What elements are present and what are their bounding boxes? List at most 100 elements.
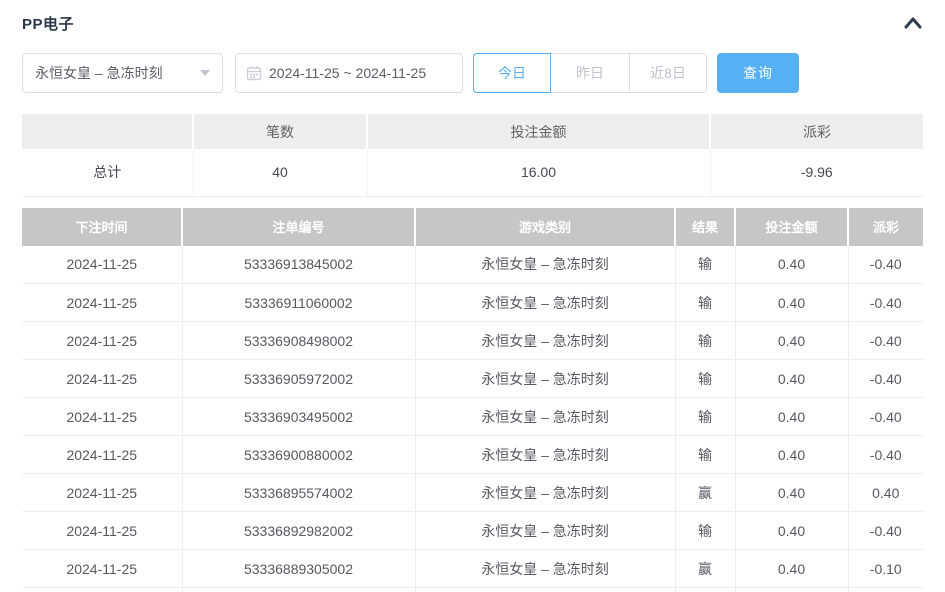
order-no-cell: 53336889305002 <box>182 549 416 588</box>
table-row: 2024-11-25 53336892982002 永恒女皇 – 急冻时刻 输 … <box>22 511 923 550</box>
filter-bar: 永恒女皇 – 急冻时刻 2024-11-25 ~ 2024-11-25 今日 昨… <box>22 53 923 93</box>
summary-total-row: 总计 40 16.00 -9.96 <box>22 149 923 197</box>
bet-amount-cell <box>735 587 849 592</box>
detail-header-bet-amount: 投注金额 <box>735 207 849 246</box>
calendar-icon <box>246 66 262 81</box>
game-type-cell <box>415 587 676 592</box>
panel-header: PP电子 <box>22 10 923 36</box>
detail-header-result: 结果 <box>675 207 736 246</box>
bet-amount-cell: 0.40 <box>735 511 849 550</box>
game-type-cell: 永恒女皇 – 急冻时刻 <box>415 549 676 588</box>
table-row: 2024-11-25 53336900880002 永恒女皇 – 急冻时刻 输 … <box>22 435 923 474</box>
game-select[interactable]: 永恒女皇 – 急冻时刻 <box>22 53 223 93</box>
search-button[interactable]: 查询 <box>717 53 799 93</box>
bet-amount-cell: 0.40 <box>735 321 849 360</box>
game-type-cell: 永恒女皇 – 急冻时刻 <box>415 321 676 360</box>
detail-header-bet-time: 下注时间 <box>22 207 183 246</box>
bet-date-cell: 2024-11-25 <box>22 397 183 436</box>
bet-amount-cell: 0.40 <box>735 549 849 588</box>
table-row: 2024-11-25 53336889305002 永恒女皇 – 急冻时刻 赢 … <box>22 549 923 588</box>
bet-amount-cell: 0.40 <box>735 435 849 474</box>
detail-header-row: 下注时间 注单编号 游戏类别 结果 投注金额 派彩 <box>22 207 923 246</box>
table-row <box>22 587 923 592</box>
table-row: 2024-11-25 53336908498002 永恒女皇 – 急冻时刻 输 … <box>22 321 923 360</box>
order-no-cell: 53336911060002 <box>182 283 416 322</box>
summary-table: 笔数 投注金额 派彩 总计 40 16.00 -9.96 <box>22 114 923 197</box>
game-type-cell: 永恒女皇 – 急冻时刻 <box>415 511 676 550</box>
payout-cell: -0.40 <box>848 283 923 322</box>
bet-date-cell: 2024-11-25 <box>22 549 183 588</box>
result-cell: 输 <box>675 359 736 398</box>
last-8-days-button[interactable]: 近8日 <box>629 53 707 93</box>
payout-cell: -0.40 <box>848 397 923 436</box>
bet-amount-cell: 0.40 <box>735 359 849 398</box>
summary-header-payout: 派彩 <box>710 114 923 149</box>
result-cell: 输 <box>675 435 736 474</box>
payout-cell: -0.40 <box>848 245 923 284</box>
game-select-value: 永恒女皇 – 急冻时刻 <box>35 65 163 81</box>
result-cell: 输 <box>675 283 736 322</box>
order-no-cell: 53336908498002 <box>182 321 416 360</box>
bet-date-cell: 2024-11-25 <box>22 435 183 474</box>
table-row: 2024-11-25 53336903495002 永恒女皇 – 急冻时刻 输 … <box>22 397 923 436</box>
quick-range-group: 今日 昨日 近8日 <box>473 53 707 93</box>
table-row: 2024-11-25 53336895574002 永恒女皇 – 急冻时刻 赢 … <box>22 473 923 512</box>
payout-cell: -0.40 <box>848 321 923 360</box>
order-no-cell <box>182 587 416 592</box>
bet-amount-cell: 0.40 <box>735 283 849 322</box>
summary-total-bet-amount: 16.00 <box>367 149 711 197</box>
game-type-cell: 永恒女皇 – 急冻时刻 <box>415 283 676 322</box>
summary-total-label: 总计 <box>22 149 194 197</box>
game-type-cell: 永恒女皇 – 急冻时刻 <box>415 359 676 398</box>
order-no-cell: 53336900880002 <box>182 435 416 474</box>
today-button[interactable]: 今日 <box>473 53 551 93</box>
date-range-value: 2024-11-25 ~ 2024-11-25 <box>269 65 427 81</box>
game-type-cell: 永恒女皇 – 急冻时刻 <box>415 245 676 284</box>
result-cell: 输 <box>675 321 736 360</box>
bet-date-cell: 2024-11-25 <box>22 283 183 322</box>
bet-amount-cell: 0.40 <box>735 473 849 512</box>
order-no-cell: 53336892982002 <box>182 511 416 550</box>
summary-header-bet-amount: 投注金额 <box>367 114 711 149</box>
bet-amount-cell: 0.40 <box>735 397 849 436</box>
order-no-cell: 53336913845002 <box>182 245 416 284</box>
collapse-chevron-up-icon[interactable] <box>903 16 923 30</box>
table-row: 2024-11-25 53336913845002 永恒女皇 – 急冻时刻 输 … <box>22 245 923 284</box>
summary-total-payout: -9.96 <box>710 149 923 197</box>
payout-cell: 0.40 <box>848 473 923 512</box>
yesterday-button[interactable]: 昨日 <box>550 53 630 93</box>
detail-table: 下注时间 注单编号 游戏类别 结果 投注金额 派彩 2024-11-25 533… <box>22 207 923 592</box>
bet-date-cell: 2024-11-25 <box>22 359 183 398</box>
detail-header-game-type: 游戏类别 <box>415 207 676 246</box>
summary-header-count: 笔数 <box>193 114 368 149</box>
bet-date-cell: 2024-11-25 <box>22 511 183 550</box>
bet-records-panel: PP电子 永恒女皇 – 急冻时刻 2024-11-25 ~ 2024-11-25… <box>0 0 945 592</box>
chevron-down-icon <box>200 70 210 76</box>
summary-header-row: 笔数 投注金额 派彩 <box>22 114 923 149</box>
result-cell: 输 <box>675 397 736 436</box>
bet-amount-cell: 0.40 <box>735 245 849 284</box>
summary-total-count: 40 <box>193 149 368 197</box>
page-title: PP电子 <box>22 15 75 33</box>
table-row: 2024-11-25 53336905972002 永恒女皇 – 急冻时刻 输 … <box>22 359 923 398</box>
result-cell: 赢 <box>675 549 736 588</box>
detail-header-payout: 派彩 <box>848 207 923 246</box>
result-cell: 输 <box>675 245 736 284</box>
detail-header-order-no: 注单编号 <box>182 207 416 246</box>
date-range-picker[interactable]: 2024-11-25 ~ 2024-11-25 <box>235 53 463 93</box>
order-no-cell: 53336903495002 <box>182 397 416 436</box>
payout-cell: -0.40 <box>848 511 923 550</box>
bet-date-cell: 2024-11-25 <box>22 321 183 360</box>
bet-date-cell <box>22 587 183 592</box>
order-no-cell: 53336895574002 <box>182 473 416 512</box>
result-cell: 赢 <box>675 473 736 512</box>
payout-cell <box>848 587 923 592</box>
bet-date-cell: 2024-11-25 <box>22 245 183 284</box>
game-type-cell: 永恒女皇 – 急冻时刻 <box>415 473 676 512</box>
bet-date-cell: 2024-11-25 <box>22 473 183 512</box>
summary-header-empty <box>22 114 194 149</box>
game-type-cell: 永恒女皇 – 急冻时刻 <box>415 435 676 474</box>
result-cell <box>675 587 736 592</box>
order-no-cell: 53336905972002 <box>182 359 416 398</box>
table-row: 2024-11-25 53336911060002 永恒女皇 – 急冻时刻 输 … <box>22 283 923 322</box>
